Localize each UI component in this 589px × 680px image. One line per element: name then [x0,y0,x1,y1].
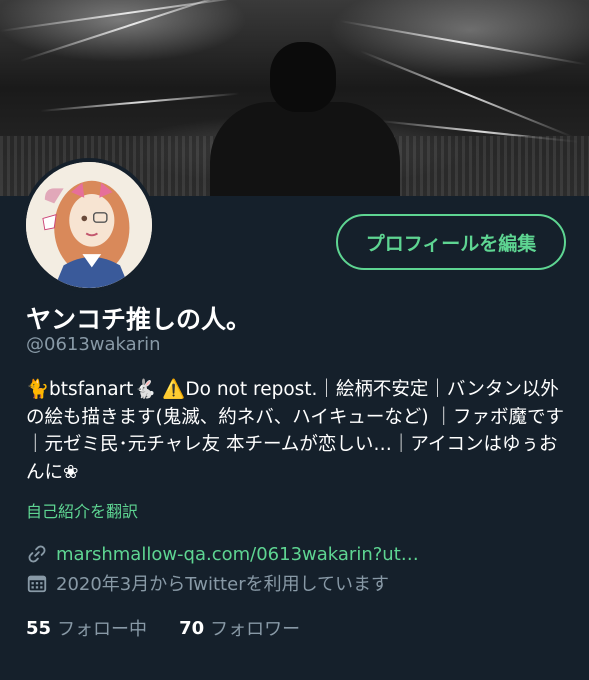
following-label: フォロー中 [57,619,148,640]
profile-bio: 🐈btsfanart🐇 ⚠️Do not repost.｜絵柄不安定｜バンタン以… [26,379,564,483]
user-handle: @0613wakarin [26,334,161,355]
following-link[interactable]: 55 フォロー中 [26,615,179,641]
join-date-text: 2020年3月からTwitterを利用しています [56,574,390,595]
profile-link-row: marshmallow-qa.com/0613wakarin?ut… [26,543,419,565]
follow-stats: 55 フォロー中 70 フォロワー [26,615,332,641]
followers-count: 70 [179,617,205,639]
followers-link[interactable]: 70 フォロワー [179,615,332,641]
edit-profile-button[interactable]: プロフィールを編集 [336,214,566,270]
join-date-row: 2020年3月からTwitterを利用しています [26,570,389,596]
following-count: 55 [26,617,52,639]
followers-label: フォロワー [210,619,301,640]
avatar-illustration [26,162,152,288]
display-name: ヤンコチ推しの人。 [26,305,252,334]
link-icon [26,543,48,565]
translate-bio-link[interactable]: 自己紹介を翻訳 [26,498,138,522]
profile-avatar[interactable] [22,158,156,292]
profile-website-link[interactable]: marshmallow-qa.com/0613wakarin?ut… [56,544,419,565]
calendar-icon [26,572,48,594]
